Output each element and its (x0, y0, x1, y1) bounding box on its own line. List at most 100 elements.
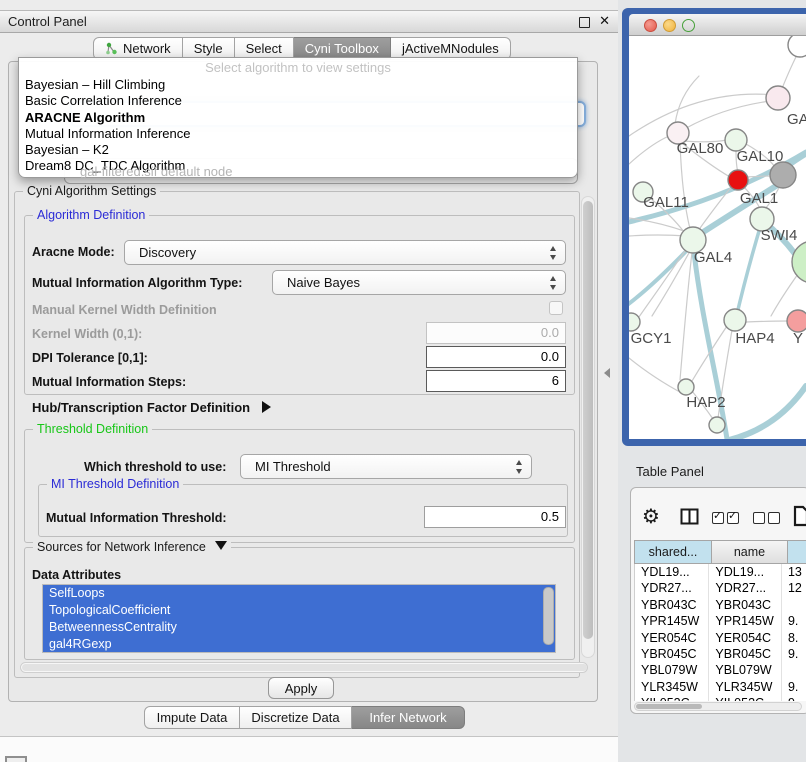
table-cell[interactable]: YDR27... (709, 580, 782, 596)
network-view-window[interactable]: GALGAL80GAL10GAL1GAL11SWI4GAL4GCY1HAP4YH… (622, 8, 806, 446)
sources-title[interactable]: Sources for Network Inference (33, 540, 231, 554)
unchecked-checkbox-icon[interactable] (768, 512, 780, 524)
column-header-shared[interactable]: shared... (634, 540, 712, 564)
column-header-partial[interactable] (788, 540, 806, 564)
table-horizontal-scrollbar[interactable] (634, 702, 802, 711)
dpi-tolerance-field[interactable]: 0.0 (426, 346, 566, 368)
network-edge[interactable] (629, 94, 775, 136)
table-cell[interactable]: YER054C (635, 630, 709, 646)
checked-checkbox-icon[interactable]: ✓ (712, 512, 724, 524)
data-attribute-item[interactable]: TopologicalCoefficient (43, 602, 555, 619)
minimized-window-icon[interactable] (5, 756, 27, 762)
table-cell[interactable]: YBR043C (635, 597, 709, 613)
table-row[interactable]: YBR043CYBR043C (635, 597, 806, 613)
algorithm-option[interactable]: Mutual Information Inference (19, 126, 577, 142)
network-edge[interactable] (629, 136, 669, 164)
table-cell[interactable]: YPR145W (635, 613, 709, 629)
network-window-titlebar[interactable] (629, 14, 806, 36)
manual-kernel-width-checkbox[interactable] (549, 301, 563, 315)
list-scrollbar[interactable] (543, 587, 554, 645)
table-body[interactable]: YDL19...YDL19...13YDR27...YDR27...12YBR0… (634, 564, 806, 701)
mi-threshold-field[interactable]: 0.5 (424, 506, 566, 528)
network-node[interactable] (678, 379, 694, 395)
table-cell[interactable]: 8. (782, 630, 806, 646)
table-cell[interactable]: YDR27... (635, 580, 709, 596)
algorithm-option[interactable]: Basic Correlation Inference (19, 93, 577, 109)
table-cell[interactable] (782, 597, 806, 613)
table-cell[interactable]: YBR045C (635, 646, 709, 662)
table-row[interactable]: YBR045CYBR045C9. (635, 646, 806, 662)
network-node[interactable] (709, 417, 725, 433)
table-cell[interactable]: YER054C (709, 630, 782, 646)
mi-steps-field[interactable]: 6 (426, 370, 566, 392)
table-cell[interactable]: YLR345W (635, 679, 709, 695)
panel-divider-collapse-icon[interactable] (604, 368, 610, 378)
network-node[interactable] (770, 162, 796, 188)
hub-definition-expander[interactable]: Hub/Transcription Factor Definition (32, 400, 271, 415)
network-node[interactable] (728, 170, 748, 190)
network-edge[interactable] (681, 100, 778, 131)
column-header-name[interactable]: name (712, 540, 788, 564)
network-node[interactable] (724, 309, 746, 331)
table-cell[interactable]: YPR145W (709, 613, 782, 629)
table-cell[interactable]: 9. (782, 646, 806, 662)
data-attribute-item[interactable]: gal4RGexp (43, 636, 555, 653)
data-attribute-item[interactable]: SelfLoops (43, 585, 555, 602)
tab-infer-network[interactable]: Infer Network (352, 706, 465, 729)
network-edge[interactable] (736, 221, 762, 318)
network-edge[interactable] (652, 251, 690, 316)
table-cell[interactable]: 9. (782, 679, 806, 695)
minimize-traffic-light[interactable] (663, 19, 676, 32)
data-attributes-list[interactable]: SelfLoopsTopologicalCoefficientBetweenne… (42, 584, 556, 653)
tab-discretize-data[interactable]: Discretize Data (240, 706, 352, 729)
table-row[interactable]: YPR145WYPR145W9. (635, 613, 806, 629)
table-cell[interactable]: YBR045C (709, 646, 782, 662)
close-traffic-light[interactable] (644, 19, 657, 32)
network-node[interactable] (766, 86, 790, 110)
table-cell[interactable]: YIL052C (635, 695, 709, 701)
checked-checkbox-icon[interactable]: ✓ (727, 512, 739, 524)
document-icon[interactable] (793, 505, 806, 527)
table-row[interactable]: YLR345WYLR345W9. (635, 679, 806, 695)
network-node[interactable] (788, 36, 806, 57)
table-row[interactable]: YBL079WYBL079W (635, 662, 806, 678)
unchecked-checkbox-icon[interactable] (753, 512, 765, 524)
zoom-traffic-light[interactable] (682, 19, 695, 32)
which-threshold-combobox[interactable]: MI Threshold (240, 454, 532, 479)
settings-horizontal-scrollbar[interactable] (20, 662, 588, 673)
aracne-mode-combobox[interactable]: Discovery (124, 240, 566, 265)
table-cell[interactable]: 12 (782, 580, 806, 596)
table-cell[interactable]: YBL079W (635, 662, 709, 678)
algorithm-option[interactable]: Bayesian – K2 (19, 142, 577, 158)
algorithm-option[interactable]: Bayesian – Hill Climbing (19, 77, 577, 93)
network-canvas[interactable]: GALGAL80GAL10GAL1GAL11SWI4GAL4GCY1HAP4YH… (629, 36, 806, 439)
network-edge[interactable] (771, 274, 798, 316)
table-row[interactable]: YIL052CYIL052C9. (635, 695, 806, 701)
table-row[interactable]: YDL19...YDL19...13 (635, 564, 806, 580)
tab-impute-data[interactable]: Impute Data (144, 706, 240, 729)
network-edge[interactable] (680, 252, 692, 380)
network-edge[interactable] (747, 176, 772, 177)
table-cell[interactable] (782, 662, 806, 678)
table-cell[interactable]: YBL079W (709, 662, 782, 678)
table-cell[interactable]: YLR345W (709, 679, 782, 695)
network-edge[interactable] (629, 358, 678, 391)
table-cell[interactable]: 9. (782, 695, 806, 701)
network-node[interactable] (787, 310, 806, 332)
table-cell[interactable]: YIL052C (709, 695, 782, 701)
network-edge[interactable] (746, 321, 788, 322)
table-cell[interactable]: YDL19... (635, 564, 709, 580)
apply-button[interactable]: Apply (268, 677, 334, 699)
table-cell[interactable]: 13 (782, 564, 806, 580)
network-edge[interactable] (634, 248, 687, 324)
network-edge[interactable] (629, 235, 687, 236)
table-row[interactable]: YER054CYER054C8. (635, 630, 806, 646)
close-icon[interactable]: ✕ (599, 13, 610, 29)
settings-vertical-scrollbar[interactable] (581, 196, 595, 658)
split-view-icon[interactable] (680, 508, 699, 525)
gear-icon[interactable]: ⚙ (642, 504, 660, 529)
data-attribute-item[interactable]: BetweennessCentrality (43, 619, 555, 636)
algorithm-option[interactable]: ARACNE Algorithm (19, 110, 577, 126)
table-cell[interactable]: YBR043C (709, 597, 782, 613)
mi-type-combobox[interactable]: Naive Bayes (272, 270, 566, 295)
